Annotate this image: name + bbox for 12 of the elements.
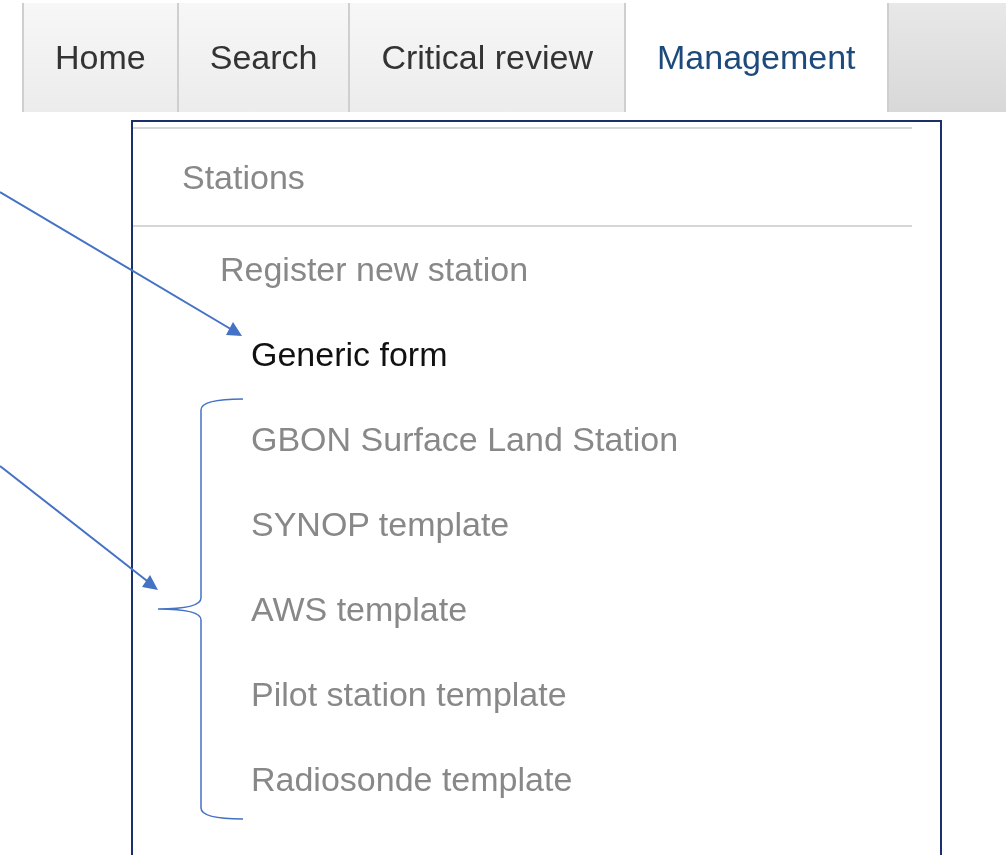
nav-tab[interactable]: Critical review (348, 3, 625, 112)
submenu-item[interactable]: Pilot station template (251, 652, 567, 737)
menu-heading: Stations (181, 157, 305, 198)
menu-item[interactable]: Register new station (220, 227, 529, 312)
submenu-item[interactable]: Radiosonde template (251, 737, 573, 822)
submenu-item[interactable]: SYNOP template (251, 482, 510, 567)
nav-tab[interactable]: Home (22, 3, 177, 112)
submenu-item[interactable]: GBON Surface Land Station (251, 397, 679, 482)
submenu-item[interactable]: Generic form (251, 312, 448, 397)
nav-tab[interactable] (886, 3, 1006, 112)
nav-tab[interactable]: Search (176, 3, 349, 112)
submenu-item[interactable]: AWS template (251, 567, 468, 652)
